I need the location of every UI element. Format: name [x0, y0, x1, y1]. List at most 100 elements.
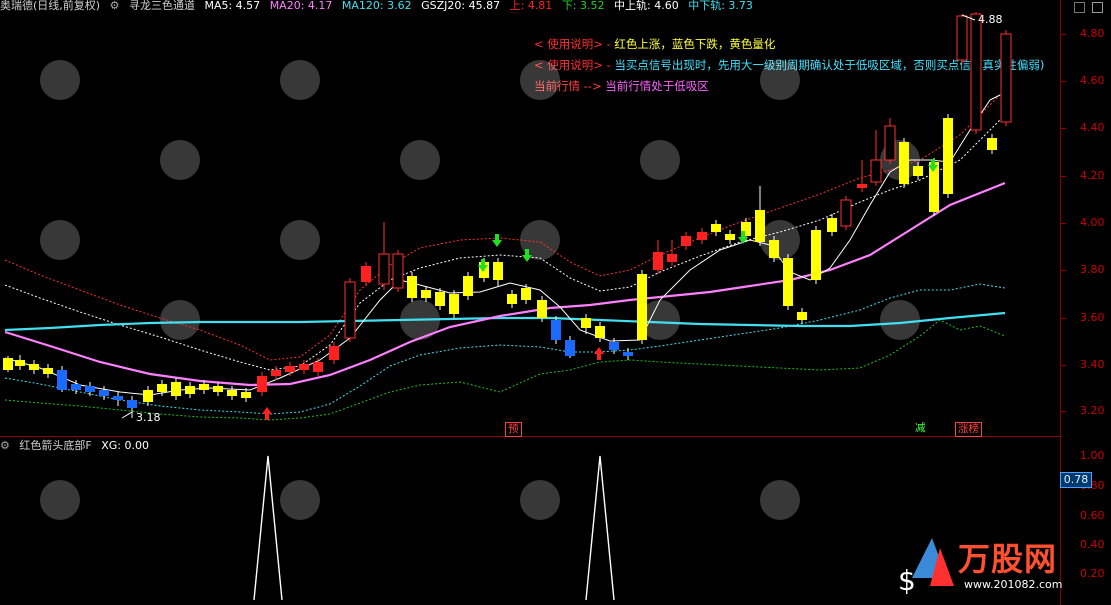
- candle-body[interactable]: [581, 318, 591, 328]
- candle-body[interactable]: [857, 184, 867, 188]
- gear-icon[interactable]: ⚙: [0, 439, 10, 452]
- price-axis-label: 4.60: [1080, 74, 1105, 87]
- candle-body[interactable]: [811, 230, 821, 280]
- candle-body[interactable]: [943, 118, 953, 194]
- candle-body[interactable]: [171, 382, 181, 396]
- candle-body[interactable]: [407, 276, 417, 298]
- signal-spike-2: [585, 455, 615, 601]
- candle-body[interactable]: [609, 342, 619, 350]
- candle-body[interactable]: [637, 274, 647, 340]
- candle-body[interactable]: [271, 370, 281, 376]
- candle-body[interactable]: [71, 384, 81, 390]
- candle-body[interactable]: [970, 13, 982, 131]
- candle-body[interactable]: [797, 312, 807, 320]
- candle-body[interactable]: [299, 364, 309, 370]
- price-axis-label: 4.00: [1080, 216, 1105, 229]
- candle-body[interactable]: [285, 366, 295, 372]
- reduce-tag: 减: [915, 422, 926, 434]
- candle-body[interactable]: [257, 376, 267, 392]
- axis-tick: [1060, 81, 1066, 82]
- candle-body[interactable]: [199, 384, 209, 390]
- candle-body[interactable]: [711, 224, 721, 232]
- candle-body[interactable]: [1000, 33, 1012, 123]
- candle-body[interactable]: [493, 262, 503, 280]
- candle-body[interactable]: [15, 360, 25, 366]
- candle-body[interactable]: [435, 292, 445, 306]
- candle-body[interactable]: [755, 210, 765, 242]
- candle-body[interactable]: [667, 254, 677, 262]
- axis-tick: [1060, 270, 1066, 271]
- candle-body[interactable]: [361, 266, 371, 282]
- candle-body[interactable]: [378, 253, 390, 285]
- candle-body[interactable]: [392, 253, 404, 289]
- candle-body[interactable]: [29, 364, 39, 370]
- axis-tick: [1060, 128, 1066, 129]
- candle-body[interactable]: [840, 199, 852, 227]
- candlestick-chart[interactable]: [0, 0, 1111, 605]
- candle-body[interactable]: [725, 234, 735, 240]
- sub-axis-label: 0.60: [1080, 509, 1105, 522]
- candle-body[interactable]: [185, 386, 195, 394]
- forecast-tag: 预: [505, 422, 522, 437]
- candle-body[interactable]: [783, 258, 793, 306]
- candle-body[interactable]: [143, 390, 153, 402]
- candle-body[interactable]: [507, 294, 517, 304]
- mid-upper-band-line: [4, 109, 1011, 371]
- candle-body[interactable]: [329, 346, 339, 360]
- brand-name: 万股网: [958, 540, 1058, 578]
- buy-signal-arrows: [262, 347, 604, 420]
- candle-body[interactable]: [987, 138, 997, 150]
- candle-body[interactable]: [565, 340, 575, 356]
- limit-up-tag: 涨榜: [955, 422, 982, 437]
- price-axis-label: 3.80: [1080, 263, 1105, 276]
- price-axis-label: 3.40: [1080, 358, 1105, 371]
- candle-body[interactable]: [537, 300, 547, 318]
- candle-body[interactable]: [344, 281, 356, 339]
- candle-body[interactable]: [241, 392, 251, 398]
- price-axis-label: 4.20: [1080, 169, 1105, 182]
- candle-body[interactable]: [43, 368, 53, 374]
- candle-body[interactable]: [623, 352, 633, 356]
- candle-body[interactable]: [113, 396, 123, 400]
- candle-body[interactable]: [99, 390, 109, 396]
- candle-body[interactable]: [769, 240, 779, 258]
- candle-body[interactable]: [85, 386, 95, 392]
- candle-body[interactable]: [213, 386, 223, 392]
- candle-body[interactable]: [899, 142, 909, 184]
- candle-body[interactable]: [697, 232, 707, 240]
- candle-body[interactable]: [956, 15, 968, 61]
- candle-body[interactable]: [463, 276, 473, 296]
- candle-body[interactable]: [551, 320, 561, 340]
- candles-group[interactable]: [3, 12, 1012, 418]
- candle-body[interactable]: [227, 390, 237, 396]
- candle-body[interactable]: [3, 358, 13, 370]
- candle-body[interactable]: [681, 236, 691, 246]
- candle-body[interactable]: [653, 252, 663, 270]
- candle-body[interactable]: [421, 290, 431, 298]
- candle-body[interactable]: [913, 166, 923, 176]
- brand-logo: $ 万股网 www.201082.com: [892, 528, 1102, 600]
- svg-text:$: $: [898, 564, 916, 597]
- candle-body[interactable]: [127, 400, 137, 408]
- price-axis-label: 3.60: [1080, 311, 1105, 324]
- candle-body[interactable]: [57, 370, 67, 390]
- candle-body[interactable]: [884, 125, 896, 161]
- axis-tick: [1060, 223, 1066, 224]
- price-axis-line: [1060, 0, 1061, 605]
- sub-indicator-name[interactable]: 红色箭头底部F: [19, 439, 91, 452]
- candle-body[interactable]: [521, 288, 531, 300]
- axis-tick: [1060, 365, 1066, 366]
- candle-body[interactable]: [157, 384, 167, 392]
- sub-axis-label: 1.00: [1080, 449, 1105, 462]
- candle-body[interactable]: [870, 159, 882, 183]
- axis-tick: [1060, 34, 1066, 35]
- sub-chart-header: ⚙ 红色箭头底部F XG: 0.00: [0, 440, 155, 452]
- panel-separator: [0, 436, 1060, 437]
- axis-tick: [1060, 318, 1066, 319]
- candle-body[interactable]: [449, 294, 459, 314]
- candle-body[interactable]: [595, 326, 605, 338]
- price-axis-label: 4.40: [1080, 121, 1105, 134]
- candle-body[interactable]: [827, 218, 837, 232]
- xg-readout: XG: 0.00: [101, 439, 149, 452]
- candle-body[interactable]: [313, 362, 323, 372]
